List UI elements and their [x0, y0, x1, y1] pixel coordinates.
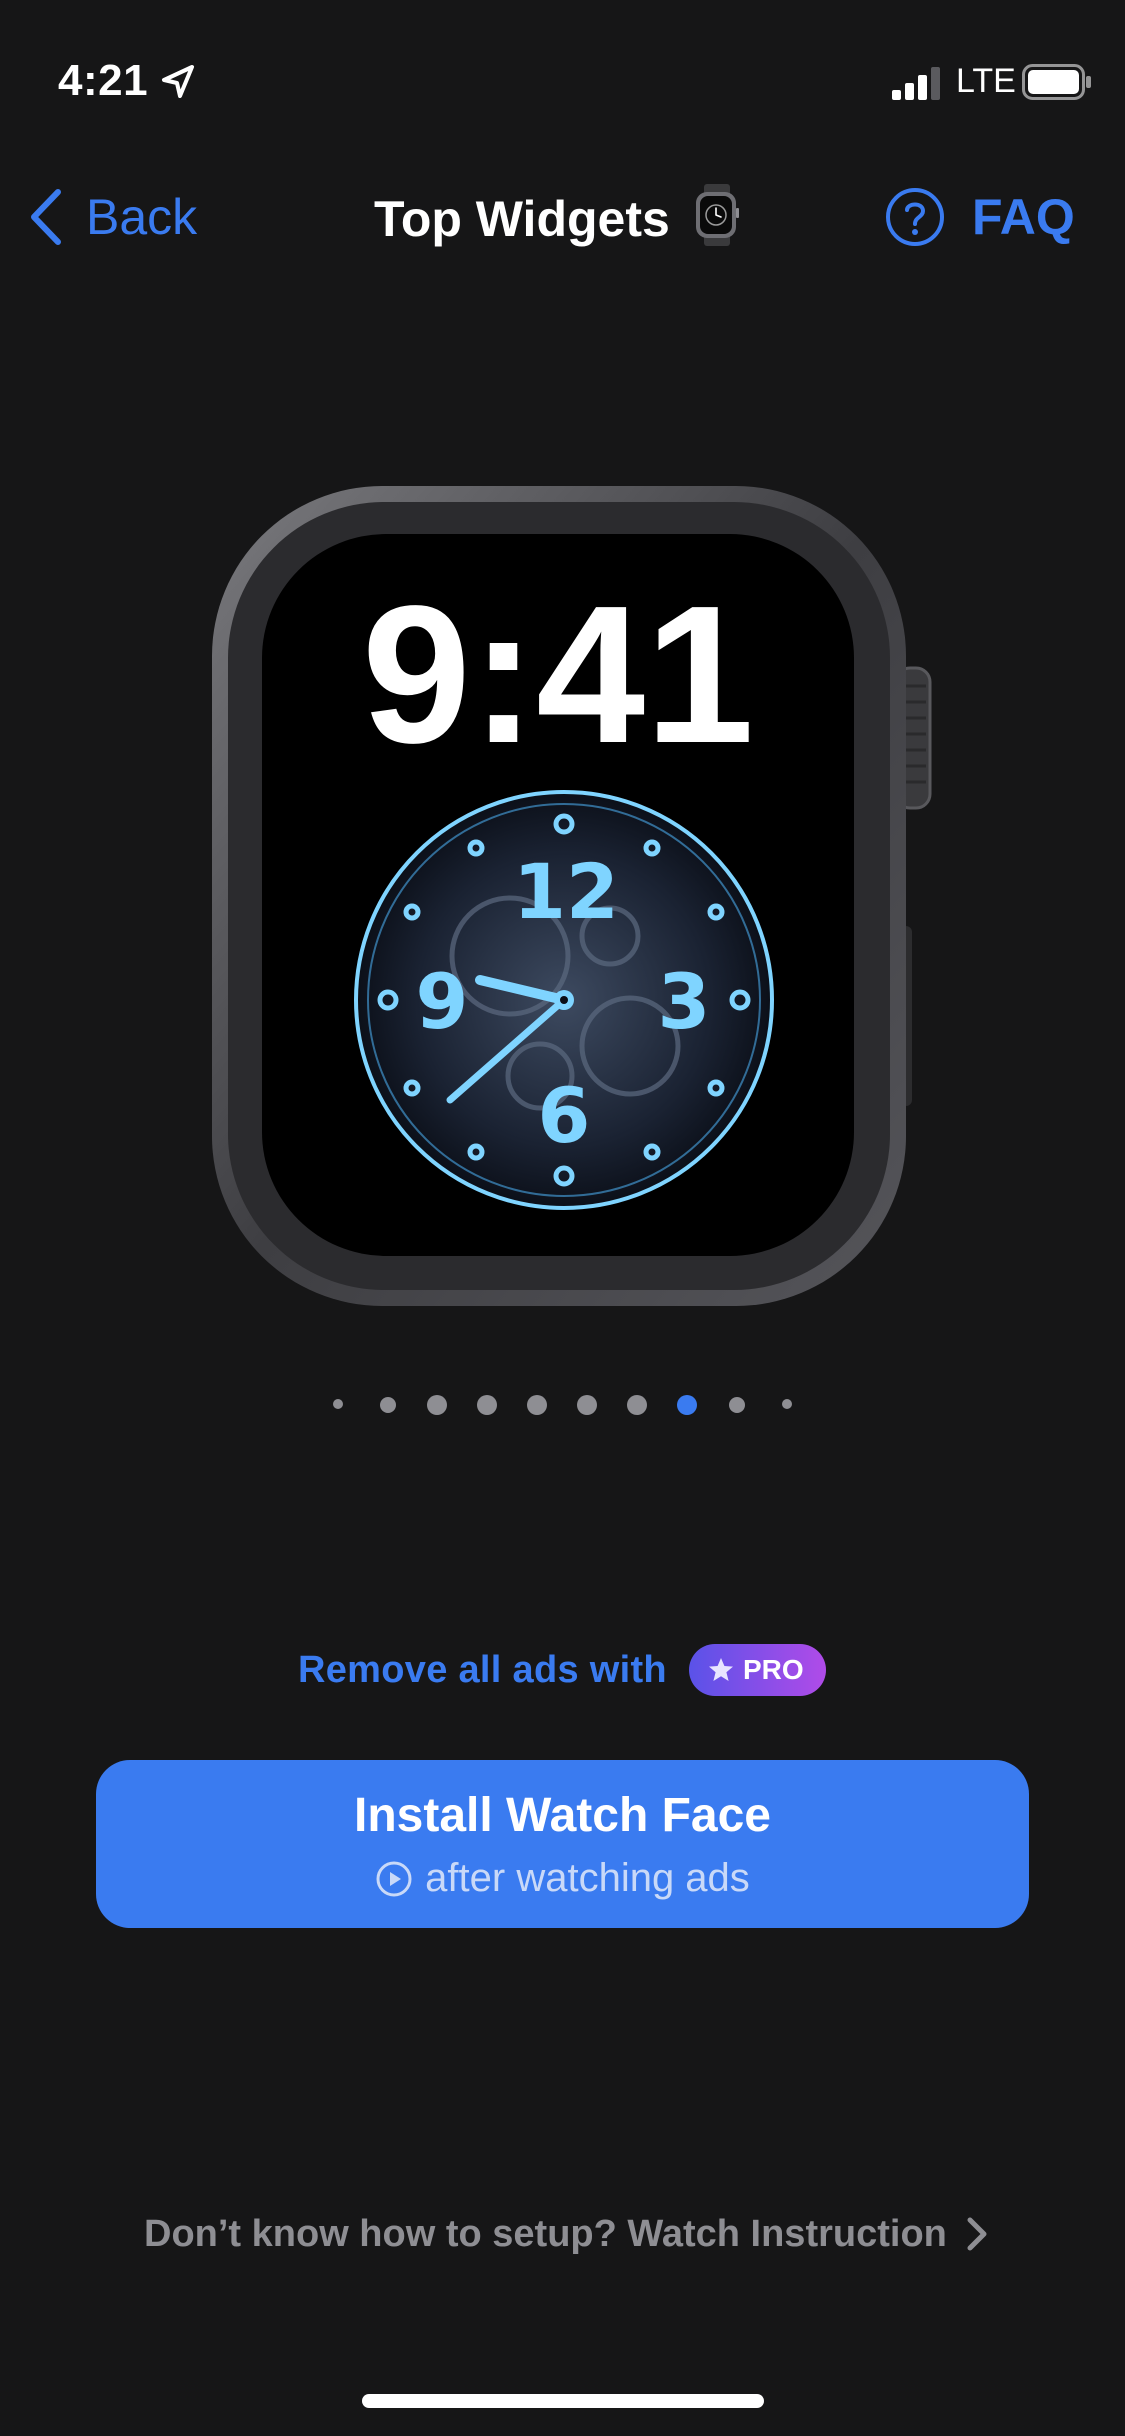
question-circle-icon [886, 188, 944, 246]
location-arrow-icon [162, 65, 194, 98]
page-dot [427, 1395, 447, 1415]
dial-number-12: 12 [513, 847, 619, 936]
page-dot [333, 1399, 343, 1409]
page-dot-active [677, 1395, 697, 1415]
dial-number-9: 9 [416, 957, 469, 1046]
faq-label: FAQ [972, 189, 1075, 245]
install-button-subtitle: after watching ads [425, 1856, 750, 1900]
play-circle-icon [376, 1861, 412, 1896]
back-label: Back [86, 189, 198, 245]
remove-ads-link[interactable]: Remove all ads with PRO [298, 1642, 826, 1698]
navigation-bar: Back Top Widgets FAQ [0, 160, 1125, 270]
watch-time: 9:41 [362, 565, 754, 784]
page-dot [627, 1395, 647, 1415]
page-dot [527, 1395, 547, 1415]
cellular-signal-icon [892, 67, 940, 100]
install-button-title: Install Watch Face [354, 1789, 771, 1842]
page-dot [782, 1399, 792, 1409]
pro-badge-label: PRO [742, 1654, 804, 1685]
page-dot [477, 1395, 497, 1415]
watch-instruction-link[interactable]: Don’t know how to setup? Watch Instructi… [144, 2206, 989, 2262]
watch-face-preview: 9:41 12 3 6 9 [212, 486, 932, 1306]
page-dot [729, 1397, 745, 1413]
network-label: LTE [956, 62, 1016, 100]
install-watch-face-button[interactable]: Install Watch Face after watching ads [96, 1760, 1029, 1928]
battery-icon [1022, 64, 1091, 100]
back-button[interactable]: Back [24, 182, 197, 252]
remove-ads-text: Remove all ads with [298, 1648, 667, 1691]
install-button-subtitle-row: after watching ads [96, 1856, 1029, 1901]
status-time: 4:21 [58, 56, 149, 105]
page-title: Top Widgets [374, 191, 670, 247]
page-dot [577, 1395, 597, 1415]
instruction-text: Don’t know how to setup? Watch Instructi… [144, 2212, 947, 2255]
dial-number-6: 6 [538, 1071, 591, 1160]
status-bar: 4:21 LTE [0, 0, 1125, 160]
chevron-right-icon [967, 2217, 987, 2251]
chevron-left-icon [31, 189, 61, 245]
star-icon [708, 1658, 733, 1681]
watch-icon [696, 184, 739, 246]
page-dot [380, 1397, 396, 1413]
pro-badge[interactable]: PRO [688, 1644, 826, 1696]
dial-number-3: 3 [658, 957, 711, 1046]
faq-button[interactable]: FAQ [884, 182, 1075, 252]
page-indicator[interactable] [0, 1380, 1125, 1430]
home-indicator[interactable] [362, 2394, 764, 2408]
